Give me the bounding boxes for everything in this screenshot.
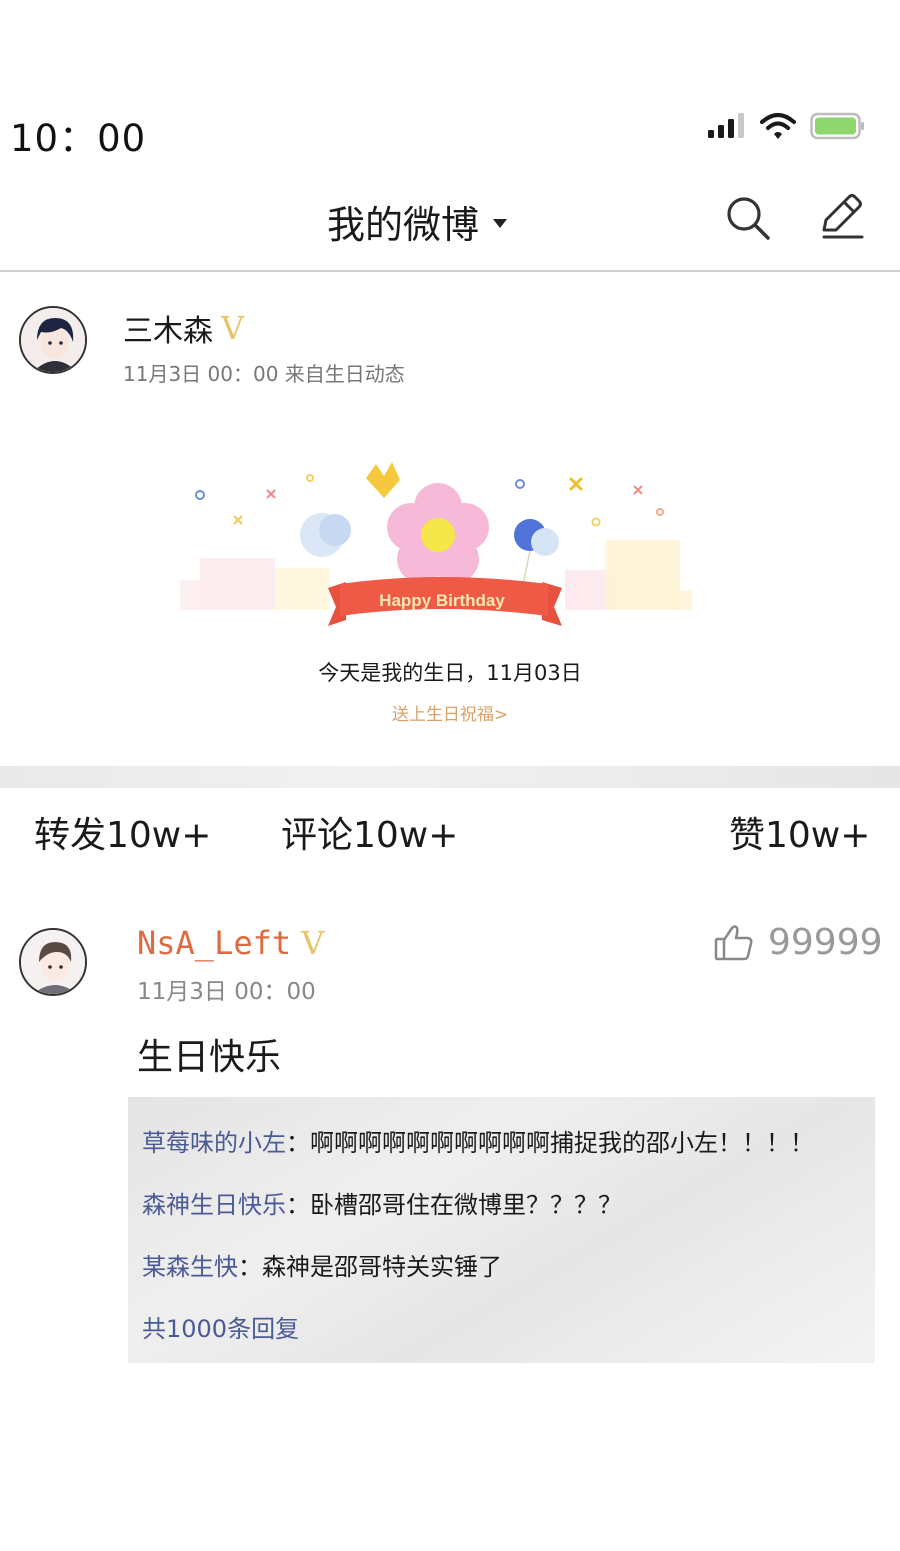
thumbs-up-icon (714, 924, 753, 960)
signal-icon (708, 113, 744, 138)
wifi-icon (760, 113, 796, 139)
replies-box[interactable]: 草莓味的小左：啊啊啊啊啊啊啊啊啊啊捕捉我的邵小左！！！！ 森神生日快乐：卧槽邵哥… (128, 1097, 875, 1363)
verified-badge: V (221, 309, 245, 347)
reply-text: 卧槽邵哥住在微博里？？？？ (310, 1191, 622, 1219)
reply-author[interactable]: 草莓味的小左 (142, 1129, 286, 1157)
section-divider (0, 766, 900, 788)
comment-like-button[interactable]: 99999 (714, 922, 883, 963)
comment-author-name[interactable]: NsA_Left (137, 924, 291, 962)
comment-button[interactable]: 评论10w+ (281, 806, 458, 858)
more-replies-link[interactable]: 共1000条回复 (142, 1309, 299, 1344)
status-bar: 10：00 (0, 96, 900, 162)
birthday-card-illustration[interactable]: Happy Birthday (170, 450, 700, 640)
reply-text: 啊啊啊啊啊啊啊啊啊啊捕捉我的邵小左！！！！ (310, 1129, 814, 1157)
chevron-down-icon (493, 219, 508, 228)
avatar[interactable] (19, 928, 87, 996)
birthday-wish-link[interactable]: 送上生日祝福> (0, 700, 900, 725)
battery-icon (810, 112, 864, 140)
birthday-message: 今天是我的生日，11月03日 (318, 661, 582, 685)
list-item[interactable]: 森神生日快乐：卧槽邵哥住在微博里？？？？ (142, 1185, 622, 1220)
post-actions: 转发10w+ 评论10w+ 赞10w+ (0, 800, 900, 860)
status-time: 10：00 (10, 117, 147, 160)
commenter-avatar-illustration (21, 930, 85, 994)
post-author[interactable]: 三木森 V (123, 306, 244, 350)
reply-separator: ： (286, 1191, 310, 1219)
comment-author[interactable]: NsA_Left V (137, 924, 324, 962)
author-avatar-illustration (21, 308, 85, 372)
search-icon[interactable] (724, 194, 772, 242)
comment-meta: 11月3日 00：00 (137, 979, 316, 1005)
header-title: 我的微博 (327, 203, 480, 247)
avatar[interactable] (19, 306, 87, 374)
status-icons (708, 112, 866, 140)
list-item[interactable]: 草莓味的小左：啊啊啊啊啊啊啊啊啊啊捕捉我的邵小左！！！！ (142, 1123, 814, 1158)
verified-badge: V (301, 924, 325, 962)
header-title-dropdown[interactable]: 我的微博 (327, 194, 508, 249)
edit-icon[interactable] (816, 192, 866, 242)
list-item[interactable]: 某森生快：森神是邵哥特关实锤了 (142, 1247, 502, 1282)
like-button[interactable]: 赞10w+ (729, 806, 870, 858)
reply-separator: ： (238, 1253, 262, 1281)
post-author-name[interactable]: 三木森 (123, 306, 213, 350)
reply-separator: ： (286, 1129, 310, 1157)
reply-author[interactable]: 森神生日快乐 (142, 1191, 286, 1219)
reply-author[interactable]: 某森生快 (142, 1253, 238, 1281)
post-meta: 11月3日 00：00 来自生日动态 (123, 362, 405, 386)
reply-text: 森神是邵哥特关实锤了 (262, 1253, 502, 1281)
comment-like-count: 99999 (768, 922, 883, 963)
forward-button[interactable]: 转发10w+ (34, 806, 211, 858)
comment-text: 生日快乐 (137, 1037, 282, 1078)
app-header: 我的微博 (0, 172, 900, 272)
banner-text: Happy Birthday (379, 591, 505, 610)
